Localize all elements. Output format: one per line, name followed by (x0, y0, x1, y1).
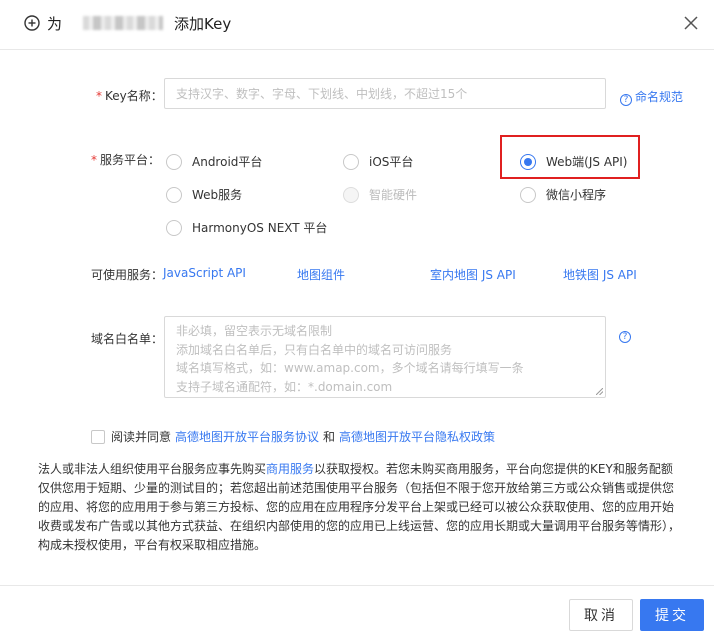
naming-rules-label: 命名规范 (635, 90, 684, 104)
close-icon[interactable] (684, 16, 698, 30)
radio-circle (343, 186, 359, 203)
platform-label-text: 服务平台： (100, 153, 161, 167)
radio-label: 微信小程序 (546, 188, 607, 202)
required-mark: * (91, 153, 97, 167)
required-mark: * (96, 89, 102, 103)
agreement-checkbox[interactable] (91, 429, 105, 444)
platform-option-ios[interactable]: iOS平台 (343, 153, 413, 170)
radio-circle[interactable] (520, 186, 536, 203)
platform-option-harmonyos[interactable]: HarmonyOS NEXT 平台 (166, 219, 327, 236)
radio-label: Web服务 (192, 188, 243, 202)
services-label: 可使用服务： (91, 268, 164, 282)
radio-circle[interactable] (166, 186, 182, 203)
dialog-title: 添加Key (174, 15, 232, 33)
agreement-prefix: 阅读并同意 (111, 430, 172, 444)
radio-circle[interactable] (166, 219, 182, 236)
placeholder-line: 添加域名白名单后，只有白名单中的域名可访问服务 (176, 342, 453, 357)
highlight-annotation (500, 135, 640, 179)
placeholder-line: 域名填写格式，如：www.amap.com，多个域名请每行填写一条 (176, 361, 524, 375)
placeholder-line: 非必填，留空表示无域名限制 (176, 324, 333, 338)
service-link-javascript-api[interactable]: JavaScript API (163, 266, 246, 280)
agreement-row: 阅读并同意 高德地图开放平台服务协议 和 高德地图开放平台隐私权政策 (91, 428, 495, 445)
radio-circle[interactable] (166, 153, 182, 170)
placeholder-line: 支持子域名通配符，如：*.domain.com (176, 379, 393, 394)
platform-option-wechat-miniprogram[interactable]: 微信小程序 (520, 186, 606, 203)
service-agreement-link[interactable]: 高德地图开放平台服务协议 (175, 428, 319, 445)
domain-help-icon[interactable]: ? (619, 331, 631, 343)
radio-label: iOS平台 (369, 155, 414, 169)
platform-option-web-service[interactable]: Web服务 (166, 186, 242, 203)
dialog-title-prefix: 为 (47, 15, 63, 33)
service-link-indoor-map[interactable]: 室内地图 JS API (430, 266, 516, 283)
key-name-field[interactable] (164, 78, 606, 109)
platform-label: * 服务平台： (91, 151, 160, 168)
domain-whitelist-label: 域名白名单： (91, 332, 164, 346)
key-name-label-text: Key名称： (105, 89, 163, 103)
service-link-subway-map[interactable]: 地铁图 JS API (563, 266, 637, 283)
radio-label: 智能硬件 (369, 188, 418, 202)
agreement-conjunction: 和 (323, 430, 336, 444)
resize-handle-icon[interactable] (596, 388, 603, 395)
authorization-notice: 法人或非法人组织使用平台服务应事先购买商用服务以获取授权。若您未购买商用服务，平… (38, 460, 680, 555)
submit-button[interactable]: 提交 (640, 599, 704, 631)
help-icon: ? (620, 94, 632, 106)
dialog-header: 为 添加Key (0, 0, 714, 50)
key-name-input[interactable] (165, 79, 605, 108)
add-circle-icon (24, 15, 40, 31)
commercial-service-link[interactable]: 商用服务 (266, 462, 314, 476)
key-name-label: * Key名称： (96, 87, 163, 104)
radio-label: Android平台 (192, 155, 263, 169)
dialog-footer: 取消 提交 (0, 585, 714, 635)
radio-label: HarmonyOS NEXT 平台 (192, 221, 328, 235)
notice-text: 法人或非法人组织使用平台服务应事先购买 (38, 462, 267, 476)
domain-whitelist-textarea[interactable]: 非必填，留空表示无域名限制 添加域名白名单后，只有白名单中的域名可访问服务 域名… (164, 316, 606, 398)
naming-rules-link[interactable]: ? 命名规范 (620, 88, 683, 106)
redacted-app-name (83, 16, 163, 30)
cancel-button[interactable]: 取消 (569, 599, 633, 631)
platform-option-smart-hardware: 智能硬件 (343, 186, 417, 203)
radio-circle[interactable] (343, 153, 359, 170)
service-link-map-components[interactable]: 地图组件 (297, 266, 345, 283)
platform-option-android[interactable]: Android平台 (166, 153, 262, 170)
privacy-policy-link[interactable]: 高德地图开放平台隐私权政策 (339, 428, 495, 445)
